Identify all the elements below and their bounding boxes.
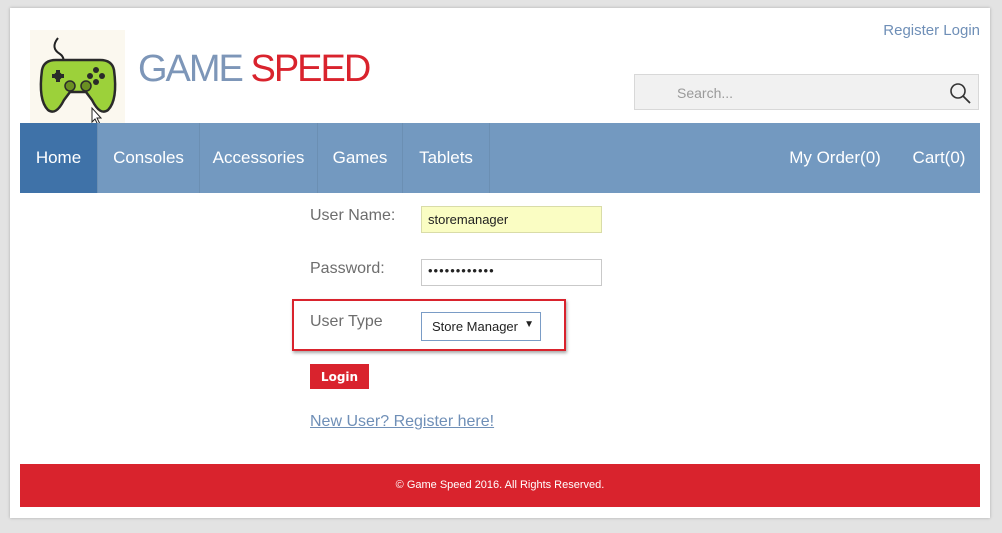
search-bar xyxy=(634,74,979,110)
login-link-top[interactable]: Login xyxy=(943,22,980,39)
usertype-label: User Type xyxy=(310,313,383,330)
nav-item-games[interactable]: Games xyxy=(318,123,403,193)
password-label: Password: xyxy=(310,260,385,277)
register-link[interactable]: New User? Register here! xyxy=(310,413,494,431)
chevron-down-icon: ▼ xyxy=(524,319,534,330)
main-nav: Home Consoles Accessories Games Tablets … xyxy=(20,123,980,193)
footer-copyright: © Game Speed 2016. All Rights Reserved. xyxy=(395,479,605,491)
search-icon[interactable] xyxy=(948,81,972,105)
login-button[interactable]: Login xyxy=(310,364,369,389)
password-field[interactable]: •••••••••••• xyxy=(421,259,602,286)
nav-item-cart[interactable]: Cart(0) xyxy=(900,123,978,193)
page-frame: GAME SPEED Register Login Home Consoles … xyxy=(10,8,990,518)
brand-title-part2: SPEED xyxy=(250,48,371,90)
usertype-select[interactable]: Store Manager ▼ xyxy=(421,312,541,341)
nav-item-my-order[interactable]: My Order(0) xyxy=(780,123,890,193)
brand-title-part1: GAME xyxy=(138,48,251,90)
nav-item-tablets[interactable]: Tablets xyxy=(403,123,490,193)
register-link-top[interactable]: Register xyxy=(883,22,939,39)
footer: © Game Speed 2016. All Rights Reserved. xyxy=(20,464,980,507)
username-label: User Name: xyxy=(310,207,396,224)
usertype-selected-value: Store Manager xyxy=(432,319,518,334)
account-links: Register Login xyxy=(883,22,980,39)
nav-item-consoles[interactable]: Consoles xyxy=(98,123,200,193)
brand-title[interactable]: GAME SPEED xyxy=(138,48,371,91)
nav-item-home[interactable]: Home xyxy=(20,123,98,193)
username-field[interactable] xyxy=(421,206,602,233)
search-input[interactable] xyxy=(645,81,969,105)
nav-item-accessories[interactable]: Accessories xyxy=(200,123,318,193)
gamepad-logo-icon[interactable] xyxy=(30,30,125,125)
